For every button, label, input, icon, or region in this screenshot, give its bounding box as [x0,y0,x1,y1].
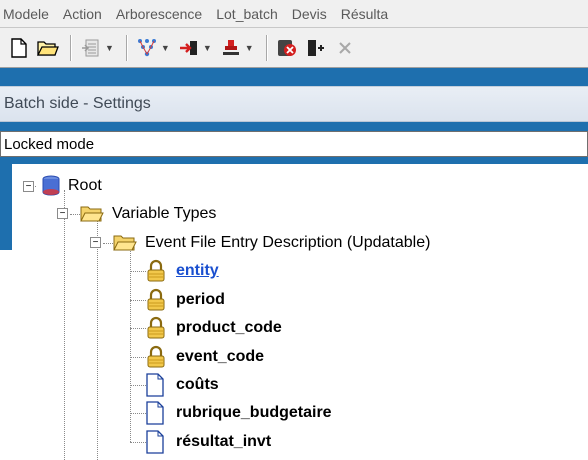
stamp-dropdown-icon[interactable]: ▼ [245,43,254,53]
tree-line [130,442,146,443]
tree-label-entity: entity [176,262,219,279]
tree-label-variable-types: Variable Types [112,205,217,222]
tree-view: − Root − Variable Types − Event File Ent… [0,164,588,460]
locked-mode-field[interactable]: Locked mode [0,131,588,157]
lock-icon [147,259,165,282]
locked-mode-text: Locked mode [4,135,95,153]
tree-item-entity[interactable]: entity [146,259,219,283]
tree-item-couts[interactable]: coûts [146,373,219,397]
export-button[interactable] [176,35,202,61]
menu-arborescence[interactable]: Arborescence [109,6,209,22]
menu-resultat[interactable]: Résulta [334,6,395,22]
blue-margin [0,164,12,250]
close-button[interactable] [332,35,358,61]
tree-node-event-file[interactable]: Event File Entry Description (Updatable) [113,231,430,255]
tree-label-event-code: event_code [176,348,265,365]
new-file-icon [11,37,27,58]
toolbar-separator [70,34,72,61]
collapse-root-icon[interactable]: − [23,181,34,192]
tree-line [130,328,146,329]
tree-node-variable-types[interactable]: Variable Types [80,202,216,226]
exit-icon [307,39,324,56]
collapse-variable-types-icon[interactable]: − [57,208,68,219]
lock-icon [147,345,165,368]
tree-line [130,300,146,301]
database-icon [42,175,60,196]
menu-action[interactable]: Action [56,6,109,22]
tree-node-root[interactable]: Root [40,174,102,198]
tree-expand-button[interactable] [134,35,160,61]
close-icon [338,41,351,54]
stop-button[interactable] [274,35,300,61]
panel-title: Batch side - Settings [0,86,588,122]
new-file-button[interactable] [6,35,32,61]
tree-line [97,214,98,460]
tree-line [70,214,80,215]
tree-line [103,243,113,244]
document-icon [146,430,164,454]
tree-expand-dropdown-icon[interactable]: ▼ [161,43,170,53]
tree-expand-icon [137,38,156,56]
application-window: Modele Action Arborescence Lot_batch Dev… [0,0,588,460]
document-icon [146,373,164,397]
document-icon [146,401,164,425]
menu-bar: Modele Action Arborescence Lot_batch Dev… [0,0,588,28]
insert-row-icon [82,39,99,56]
toolbar-separator [125,34,128,61]
tree-item-resultat-invt[interactable]: résultat_invt [146,430,271,454]
tree-line [130,385,146,386]
toolbar: ▼ ▼ ▼ ▼ [0,28,588,68]
exit-button[interactable] [303,35,329,61]
tree-label-period: period [176,291,225,308]
lock-icon [147,316,165,339]
collapse-event-file-icon[interactable]: − [90,237,101,248]
insert-row-dropdown-icon[interactable]: ▼ [105,43,114,53]
menu-lot-batch[interactable]: Lot_batch [209,6,285,22]
tree-line [130,271,146,272]
lock-icon [147,288,165,311]
stamp-icon [222,39,239,55]
open-folder-icon [37,40,59,56]
tree-line [130,357,146,358]
menu-devis[interactable]: Devis [285,6,334,22]
export-icon [179,40,197,55]
tree-label-root: Root [68,177,102,194]
tree-line [130,242,131,442]
menu-modele[interactable]: Modele [0,6,56,22]
export-dropdown-icon[interactable]: ▼ [203,43,212,53]
tree-label-event-file: Event File Entry Description (Updatable) [145,234,431,251]
tree-label-couts: coûts [176,376,219,393]
tree-line [130,413,146,414]
stamp-button[interactable] [218,35,244,61]
folder-open-icon [80,206,104,222]
stop-icon [277,39,296,56]
open-folder-button[interactable] [35,35,61,61]
tree-label-product-code: product_code [176,319,282,336]
tree-item-rubrique-budgetaire[interactable]: rubrique_budgetaire [146,401,332,425]
insert-row-button[interactable] [78,35,104,61]
toolbar-separator [265,34,268,61]
panel-title-text: Batch side - Settings [4,95,151,112]
tree-line [64,190,65,460]
tree-item-product-code[interactable]: product_code [146,316,282,340]
folder-open-icon [113,235,137,251]
tree-label-resultat-invt: résultat_invt [176,433,272,450]
tree-label-rubrique-budgetaire: rubrique_budgetaire [176,404,332,421]
tree-item-period[interactable]: period [146,288,225,312]
tree-item-event-code[interactable]: event_code [146,345,264,369]
